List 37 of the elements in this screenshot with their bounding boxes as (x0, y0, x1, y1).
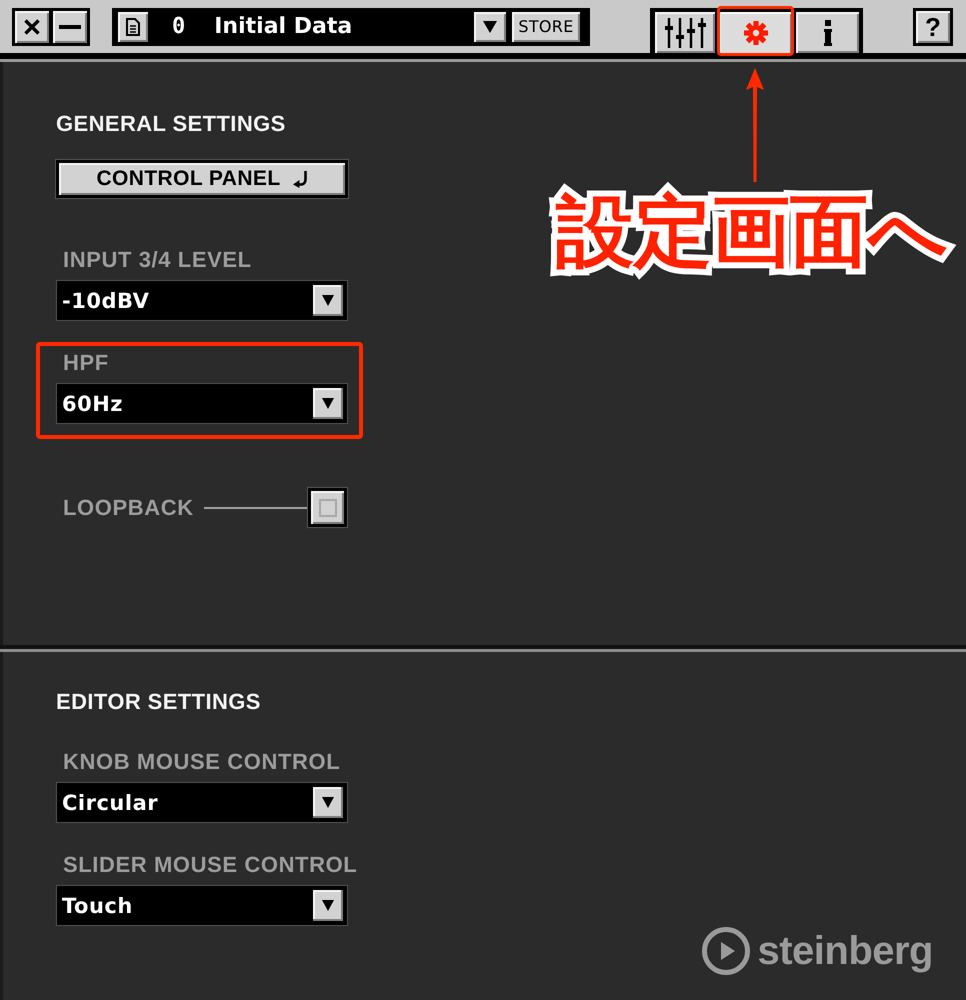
field-label: KNOB MOUSE CONTROL (63, 751, 340, 773)
help-button[interactable]: ? (913, 8, 953, 46)
document-icon (126, 18, 140, 36)
field-label: LOOPBACK (63, 496, 194, 518)
close-button[interactable] (15, 11, 49, 43)
preset-number: 0 (172, 14, 186, 40)
settings-icon (744, 20, 768, 44)
minimize-icon (59, 25, 81, 29)
return-arrow-icon (292, 170, 308, 188)
minimize-button[interactable] (53, 11, 87, 43)
caret-icon (313, 285, 343, 316)
caret-icon (313, 388, 343, 419)
preset-name: Initial Data (214, 14, 352, 40)
sliders-icon (664, 18, 706, 48)
section-title: EDITOR SETTINGS (56, 690, 261, 714)
dropdown-button[interactable] (474, 12, 506, 42)
logo-text: steinberg (757, 928, 933, 975)
store-button[interactable]: STORE (512, 12, 580, 42)
caret-icon (483, 21, 497, 33)
logo-icon (702, 927, 750, 975)
caret-icon (313, 890, 343, 921)
field-label: SLIDER MOUSE CONTROL (63, 854, 358, 876)
tab[interactable] (655, 12, 715, 53)
info-icon (824, 20, 832, 46)
document-button[interactable] (118, 12, 148, 42)
section-title: GENERAL SETTINGS (56, 112, 286, 136)
checkbox[interactable] (307, 487, 348, 528)
field-label: INPUT 3/4 LEVEL (63, 249, 252, 271)
dropdown[interactable]: 60Hz (56, 383, 348, 424)
dropdown[interactable]: Touch (56, 885, 348, 926)
close-icon (24, 19, 40, 35)
caret-icon (313, 787, 343, 818)
dropdown[interactable]: Circular (56, 782, 348, 823)
tab[interactable] (796, 12, 859, 53)
field-label: HPF (63, 352, 109, 374)
dropdown[interactable]: -10dBV (56, 280, 348, 321)
control-panel-button[interactable]: CONTROL PANEL (56, 160, 348, 198)
